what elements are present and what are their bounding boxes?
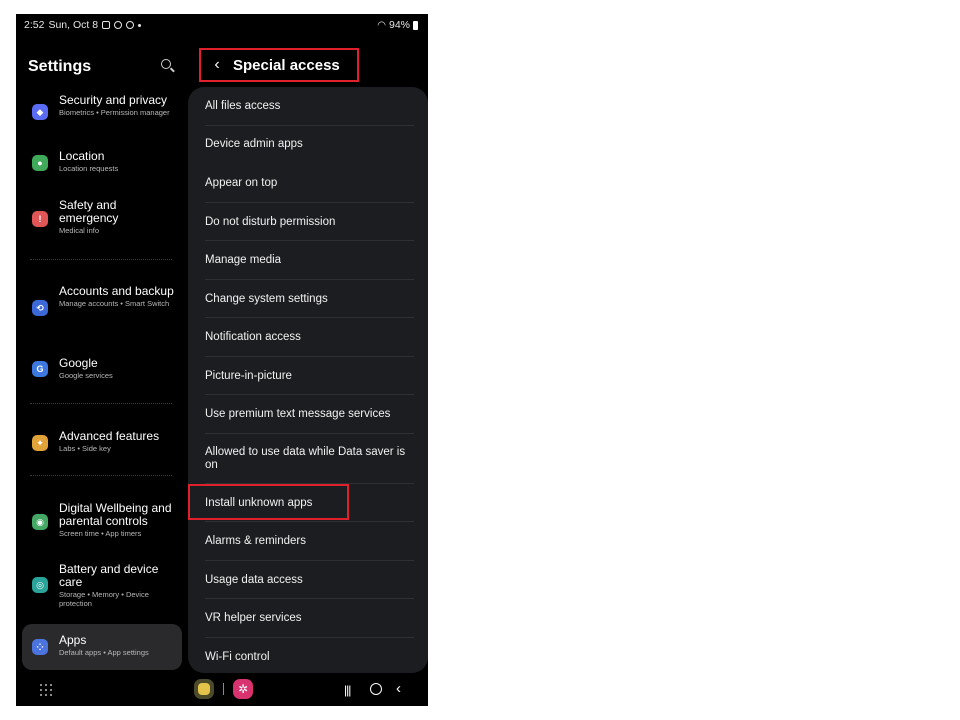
list-item-label: Change system settings [205, 293, 328, 305]
settings-item-title: Advanced features [59, 429, 160, 443]
special-access-list: All files access Device admin apps Appea… [188, 87, 428, 673]
settings-item-google[interactable]: G Google Google services [22, 357, 182, 385]
google-icon: G [32, 361, 48, 377]
settings-item-accounts-backup[interactable]: ⟲ Accounts and backup Manage accounts • … [22, 285, 182, 333]
settings-item-subtitle: Screen time • App timers [59, 529, 142, 538]
highlight-box-install-unknown-apps [188, 484, 349, 520]
list-item-label: Picture-in-picture [205, 370, 292, 382]
device-screen: 2:52 Sun, Oct 8 ◠ 94% Settings ◆ Securit… [16, 14, 428, 706]
list-item-label: Wi-Fi control [205, 651, 270, 663]
advanced-features-icon: ✦ [32, 435, 48, 451]
list-item-label: Do not disturb permission [205, 216, 336, 228]
list-item-label: Allowed to use data while Data saver is … [205, 446, 406, 471]
settings-item-title: Safety and emergency [59, 198, 119, 225]
wifi-icon: ◠ [377, 19, 386, 31]
settings-item-safety-emergency[interactable]: ! Safety and emergency Medical info [22, 199, 182, 245]
settings-item-subtitle: Biometrics • Permission manager [59, 108, 170, 117]
settings-item-advanced-features[interactable]: ✦ Advanced features Labs • Side key [22, 430, 182, 458]
list-item-data-saver[interactable]: Allowed to use data while Data saver is … [188, 434, 428, 484]
settings-item-security-privacy[interactable]: ◆ Security and privacy Biometrics • Perm… [22, 94, 182, 134]
list-item-label: Usage data access [205, 574, 303, 586]
settings-notification-icon [126, 21, 135, 29]
list-item-wifi-control[interactable]: Wi-Fi control [188, 638, 428, 673]
settings-item-title: Accounts and backup [59, 284, 174, 298]
list-item-picture-in-picture[interactable]: Picture-in-picture [188, 357, 428, 395]
settings-item-digital-wellbeing[interactable]: ◉ Digital Wellbeing and parental control… [22, 502, 182, 542]
apps-icon: ⁘ [32, 639, 48, 655]
location-pin-icon: ● [32, 155, 48, 171]
list-item-manage-media[interactable]: Manage media [188, 241, 428, 280]
settings-item-battery-device-care[interactable]: ◎ Battery and device care Storage • Memo… [22, 563, 182, 609]
wellbeing-icon: ◉ [32, 514, 48, 530]
list-item-notification-access[interactable]: Notification access [188, 318, 428, 357]
recents-button-icon[interactable]: ||| [344, 683, 351, 697]
list-item-label: All files access [205, 100, 281, 112]
settings-item-title: Security and privacy [59, 93, 168, 107]
section-divider [30, 475, 172, 476]
settings-item-subtitle: Manage accounts • Smart Switch [59, 299, 170, 308]
status-date: Sun, Oct 8 [48, 19, 99, 31]
settings-item-subtitle: Labs • Side key [59, 444, 111, 453]
list-item-label: VR helper services [205, 612, 302, 624]
list-item-appear-on-top[interactable]: Appear on top [188, 164, 428, 203]
list-item-device-admin-apps[interactable]: Device admin apps [188, 126, 428, 164]
list-item-label: Manage media [205, 254, 282, 266]
list-item-label: Use premium text message services [205, 408, 391, 420]
list-item-alarms-reminders[interactable]: Alarms & reminders [188, 522, 428, 561]
home-button-icon[interactable] [370, 683, 382, 695]
settings-item-title: Location [59, 149, 105, 163]
list-item-label: Notification access [205, 331, 301, 343]
settings-item-title: Apps [59, 633, 87, 647]
settings-item-subtitle: Storage • Memory • Device protection [59, 590, 149, 608]
settings-item-title: Google [59, 356, 98, 370]
gallery-notification-icon [102, 21, 111, 29]
settings-item-subtitle: Location requests [59, 164, 119, 173]
more-notifications-icon [138, 23, 142, 27]
emergency-icon: ! [32, 211, 48, 227]
section-divider [30, 403, 172, 404]
taskbar-divider [223, 683, 224, 695]
navigation-bar: ✲ ||| ‹ [16, 674, 428, 706]
list-item-label: Alarms & reminders [205, 535, 306, 547]
back-button-icon[interactable]: ‹ [396, 680, 401, 697]
settings-item-location[interactable]: ● Location Location requests [22, 150, 182, 178]
settings-item-apps[interactable]: ⁘ Apps Default apps • App settings [22, 624, 182, 670]
sync-notification-icon [114, 21, 123, 29]
status-time: 2:52 [24, 19, 45, 31]
settings-item-title: Battery and device care [59, 562, 159, 589]
shield-icon: ◆ [32, 104, 48, 120]
settings-item-subtitle: Default apps • App settings [59, 648, 149, 657]
list-item-all-files-access[interactable]: All files access [188, 87, 428, 126]
list-item-usage-data-access[interactable]: Usage data access [188, 561, 428, 599]
settings-list-pane: Settings ◆ Security and privacy Biometri… [16, 36, 188, 672]
settings-title: Settings [28, 58, 92, 75]
list-item-change-system-settings[interactable]: Change system settings [188, 280, 428, 318]
app-drawer-icon[interactable] [40, 684, 52, 696]
search-icon[interactable] [160, 58, 176, 74]
sync-icon: ⟲ [32, 300, 48, 316]
status-bar: 2:52 Sun, Oct 8 ◠ 94% [16, 14, 428, 36]
battery-icon [413, 20, 418, 30]
list-item-vr-helper[interactable]: VR helper services [188, 599, 428, 638]
settings-item-title: Digital Wellbeing and parental controls [59, 501, 172, 528]
settings-item-subtitle: Medical info [59, 226, 100, 235]
list-item-premium-sms[interactable]: Use premium text message services [188, 395, 428, 434]
back-arrow-icon[interactable]: ‹ [205, 50, 229, 80]
recent-app-icon[interactable] [194, 679, 214, 699]
page-title: Special access [233, 56, 340, 74]
device-care-icon: ◎ [32, 577, 48, 593]
settings-item-subtitle: Google services [59, 371, 113, 380]
battery-level: 94% [388, 19, 410, 31]
section-divider [30, 259, 172, 260]
special-access-header: ‹ Special access [199, 48, 359, 82]
list-item-label: Appear on top [205, 177, 278, 189]
list-item-label: Device admin apps [205, 138, 303, 150]
list-item-do-not-disturb[interactable]: Do not disturb permission [188, 203, 428, 241]
flower-app-icon[interactable]: ✲ [233, 679, 253, 699]
